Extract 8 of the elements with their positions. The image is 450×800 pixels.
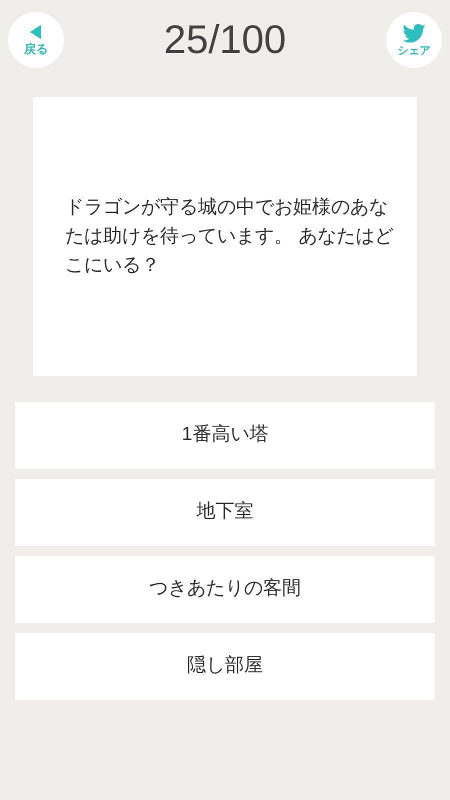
progress-counter: 25/100 [164,20,286,60]
back-icon [30,25,42,39]
answer-button[interactable]: 1番高い塔 [15,402,435,469]
answer-button[interactable]: 地下室 [15,479,435,546]
answer-button[interactable]: 隠し部屋 [15,633,435,700]
question-text: ドラゴンが守る城の中でお姫様のあなたは助けを待っています。 あなたはどこにいる？ [65,196,394,278]
answer-button[interactable]: つきあたりの客間 [15,556,435,623]
bird-icon [402,24,426,42]
